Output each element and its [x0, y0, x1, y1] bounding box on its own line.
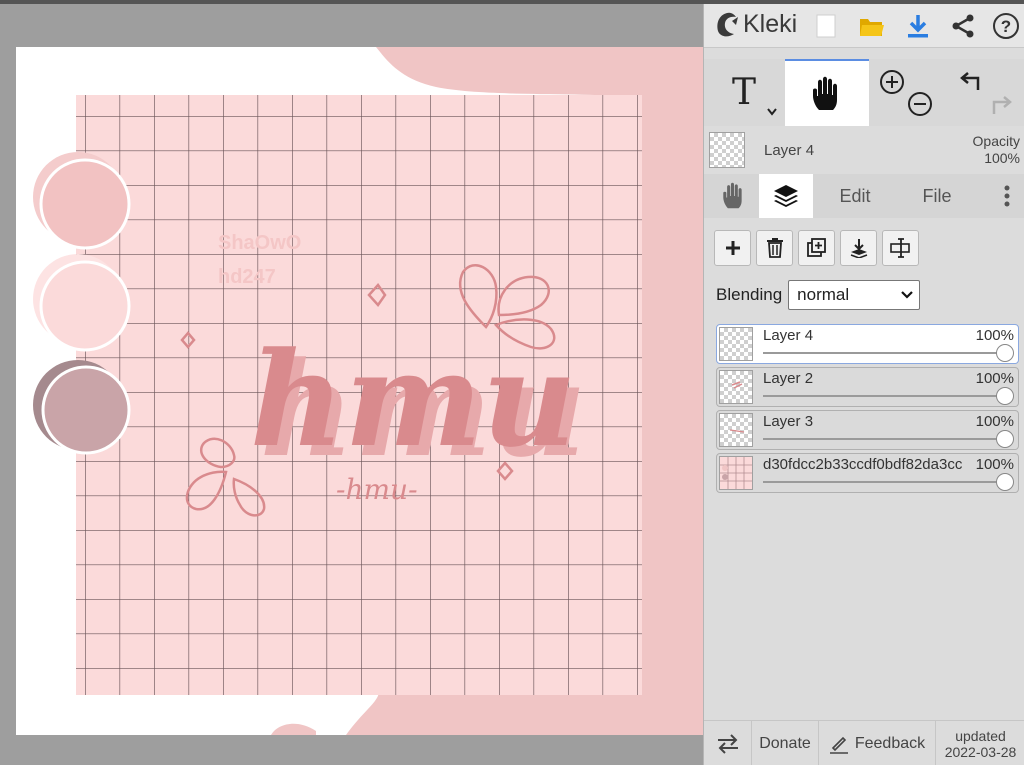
- opacity-readout: Opacity 100%: [973, 133, 1020, 167]
- duplicate-icon: [806, 238, 826, 257]
- layer-thumbnail: [719, 370, 753, 404]
- rename-icon: [889, 238, 910, 258]
- layer-opacity: 100%: [973, 456, 1014, 473]
- more-options-icon[interactable]: [994, 174, 1020, 218]
- download-icon[interactable]: [904, 12, 932, 40]
- tab-file[interactable]: File: [904, 174, 970, 218]
- undo-icon[interactable]: [960, 71, 980, 90]
- share-icon[interactable]: [949, 12, 977, 40]
- blending-label: Blending: [716, 285, 783, 304]
- canvas-area[interactable]: ShaOwO hd247 hmu hmu -hmu-: [0, 4, 703, 765]
- rename-layer-button[interactable]: [882, 230, 919, 266]
- chevron-down-icon: [901, 291, 913, 299]
- feedback-button[interactable]: Feedback: [819, 721, 936, 765]
- tool-bar: T: [704, 59, 1024, 126]
- artwork-canvas[interactable]: ShaOwO hd247 hmu hmu -hmu-: [16, 47, 703, 735]
- hand-icon: [723, 182, 742, 209]
- duplicate-layer-button[interactable]: [798, 230, 835, 266]
- layer-item[interactable]: d30fdcc2b33ccdf0bdf82da3cc 100%: [716, 453, 1019, 493]
- opacity-label: Opacity: [972, 133, 1020, 149]
- layer-opacity: 100%: [975, 370, 1014, 387]
- plus-icon: [725, 241, 740, 255]
- swap-side-button[interactable]: [704, 721, 752, 765]
- updated-label: updated: [955, 727, 1006, 744]
- updated-info[interactable]: updated 2022-03-28: [936, 721, 1024, 765]
- panel-footer: Donate Feedback updated 2022-03-28: [704, 720, 1024, 765]
- layer-item[interactable]: Layer 2 100%: [716, 367, 1019, 407]
- feedback-label: Feedback: [854, 734, 926, 752]
- layer-item[interactable]: Layer 3 100%: [716, 410, 1019, 450]
- blending-select[interactable]: normal: [788, 280, 921, 310]
- text-tool-label: T: [731, 72, 756, 113]
- layer-thumbnail: [719, 413, 753, 447]
- open-folder-icon[interactable]: [858, 12, 886, 40]
- layer-item[interactable]: Layer 4 100%: [716, 324, 1019, 364]
- color-swatch-3[interactable]: [41, 365, 131, 455]
- layers-icon: [774, 185, 798, 207]
- donate-button[interactable]: Donate: [752, 721, 819, 765]
- slider-knob[interactable]: [996, 473, 1014, 491]
- layer-opacity: 100%: [975, 327, 1014, 344]
- slider-knob[interactable]: [996, 344, 1014, 362]
- pink-blob-bottom: [271, 723, 316, 735]
- layer-opacity: 100%: [975, 413, 1014, 430]
- swap-arrows-icon: [717, 733, 738, 754]
- side-panel: Kleki ? T Layer 4 Opacity 100% Edit File…: [703, 4, 1024, 765]
- layer-name: Layer 2: [763, 370, 814, 387]
- blending-row: Blending normal: [716, 280, 921, 310]
- app-name: Kleki: [743, 10, 798, 38]
- layer-opacity-slider[interactable]: [763, 481, 1004, 483]
- trash-icon: [766, 238, 783, 258]
- kleki-logo-icon: [717, 12, 738, 36]
- chevron-down-icon[interactable]: [766, 107, 778, 117]
- current-layer-name: Layer 4: [764, 142, 815, 159]
- layer-opacity-slider[interactable]: [763, 352, 1004, 354]
- add-layer-button[interactable]: [714, 230, 751, 266]
- layer-name: d30fdcc2b33ccdf0bdf82da3cc: [763, 456, 963, 473]
- layer-actions: [714, 230, 919, 266]
- layer-opacity-slider[interactable]: [763, 395, 1004, 397]
- pencil-icon: [829, 736, 848, 754]
- kleki-logo[interactable]: Kleki: [714, 10, 797, 39]
- layer-thumbnail: [719, 327, 753, 361]
- opacity-value: 100%: [984, 150, 1020, 166]
- color-swatch-1[interactable]: [39, 158, 131, 250]
- hand-tool-button[interactable]: [785, 59, 869, 126]
- layer-thumbnail: [719, 456, 753, 490]
- sub-text: -hmu-: [336, 473, 418, 506]
- delete-layer-button[interactable]: [756, 230, 793, 266]
- artboard[interactable]: ShaOwO hd247 hmu hmu -hmu-: [16, 47, 703, 735]
- svg-text:?: ?: [1001, 17, 1011, 36]
- updated-date: 2022-03-28: [944, 743, 1017, 760]
- zoom-out-icon[interactable]: [908, 91, 932, 116]
- merge-layer-button[interactable]: [840, 230, 877, 266]
- watermark-line-2: hd247: [218, 266, 276, 288]
- undo-redo-controls: [950, 59, 1022, 126]
- kleki-app: ShaOwO hd247 hmu hmu -hmu- Kleki ? T Lay…: [0, 0, 1024, 765]
- panel-header: Kleki ?: [704, 4, 1024, 48]
- zoom-in-icon[interactable]: [880, 69, 904, 94]
- text-tool-button[interactable]: T: [704, 59, 784, 126]
- layer-name: Layer 4: [763, 327, 814, 344]
- current-layer-thumbnail: [709, 132, 745, 168]
- slider-knob[interactable]: [996, 387, 1014, 405]
- slider-knob[interactable]: [996, 430, 1014, 448]
- new-image-icon[interactable]: [812, 12, 840, 40]
- panel-tabs: Edit File: [704, 174, 1024, 218]
- tab-layers[interactable]: [759, 174, 813, 218]
- tab-edit[interactable]: Edit: [822, 174, 888, 218]
- color-swatch-2[interactable]: [39, 260, 131, 352]
- redo-icon[interactable]: [992, 95, 1012, 114]
- zoom-controls: [870, 59, 942, 126]
- merge-down-icon: [850, 239, 867, 258]
- help-icon[interactable]: ?: [992, 12, 1020, 40]
- blending-value: normal: [797, 285, 850, 304]
- layer-name: Layer 3: [763, 413, 814, 430]
- hand-icon: [813, 76, 837, 110]
- layer-opacity-slider[interactable]: [763, 438, 1004, 440]
- current-layer-info: Layer 4 Opacity 100%: [704, 129, 1024, 174]
- tab-hand[interactable]: [712, 174, 756, 218]
- watermark-line-1: ShaOwO: [218, 232, 301, 254]
